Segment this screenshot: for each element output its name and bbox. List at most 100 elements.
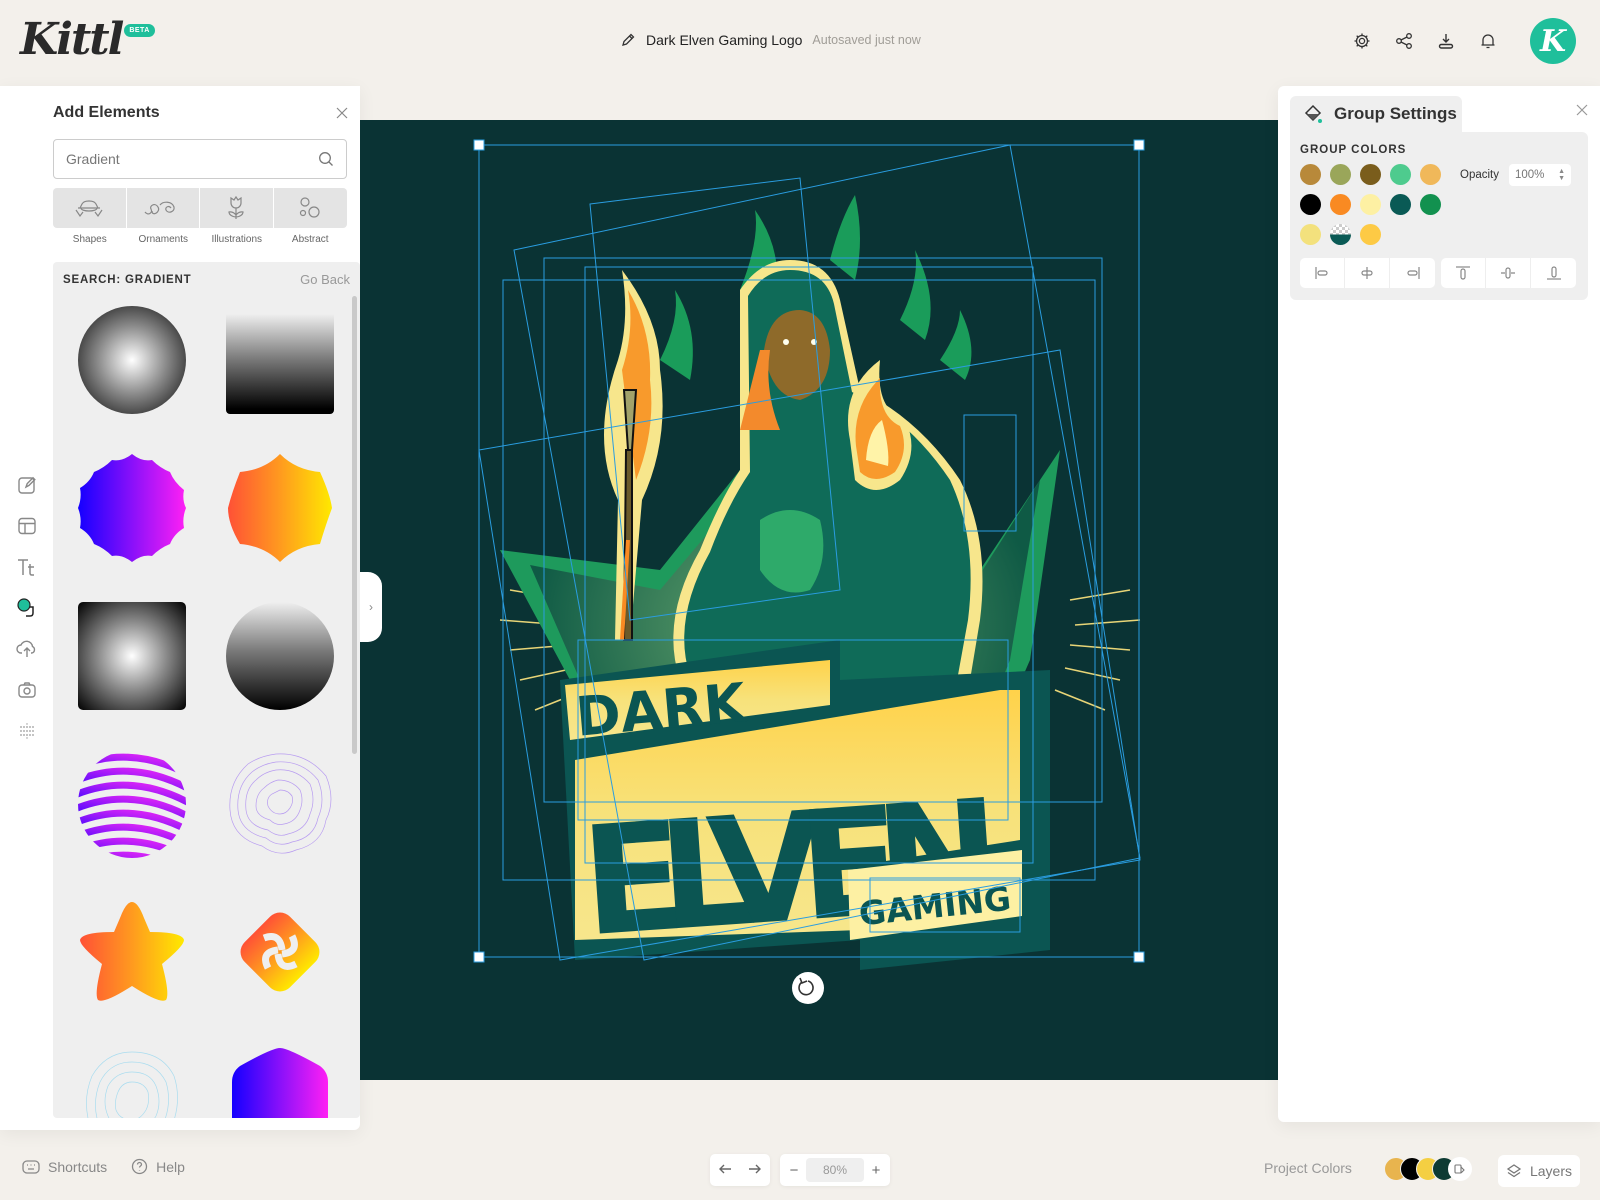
- align-left-button[interactable]: [1300, 258, 1345, 288]
- search-results-label: SEARCH: GRADIENT: [63, 273, 192, 286]
- zoom-controls: − 80% +: [780, 1154, 890, 1186]
- document-title[interactable]: Dark Elven Gaming Logo: [646, 32, 802, 48]
- settings-icon[interactable]: [1352, 31, 1372, 51]
- layers-icon: [1506, 1164, 1522, 1178]
- rotate-handle[interactable]: [792, 972, 824, 1004]
- kittl-logo[interactable]: Kittl BETA: [20, 14, 155, 66]
- color-swatch[interactable]: [1360, 224, 1381, 245]
- group-settings-tab[interactable]: Group Settings: [1290, 96, 1462, 132]
- search-input[interactable]: [66, 151, 318, 167]
- more-icon[interactable]: [15, 720, 39, 742]
- elements-icon[interactable]: [15, 597, 39, 619]
- close-icon: [1576, 104, 1588, 116]
- search-field[interactable]: [53, 139, 347, 179]
- upload-icon[interactable]: [15, 638, 39, 660]
- photos-icon[interactable]: [15, 679, 39, 701]
- zoom-level[interactable]: 80%: [806, 1158, 864, 1182]
- color-swatch[interactable]: [1420, 164, 1441, 185]
- color-swatch[interactable]: [1330, 164, 1351, 185]
- illustrations-icon: [228, 195, 244, 219]
- add-elements-panel: Add Elements Shapes Ornaments: [0, 86, 360, 1130]
- color-swatch[interactable]: [1330, 224, 1351, 245]
- result-wave-line-blob[interactable]: [226, 750, 334, 858]
- search-icon[interactable]: [318, 151, 334, 167]
- redo-icon: [749, 1164, 761, 1174]
- design-canvas[interactable]: DARK ELVEN GAMING: [360, 120, 1278, 1080]
- result-cyan-line-blob[interactable]: [78, 1046, 186, 1118]
- align-top-icon: [1456, 266, 1470, 280]
- align-right-button[interactable]: [1390, 258, 1435, 288]
- color-swatch[interactable]: [1420, 194, 1441, 215]
- category-shapes[interactable]: Shapes: [53, 188, 127, 245]
- undo-button[interactable]: [718, 1162, 732, 1178]
- category-ornaments[interactable]: Ornaments: [126, 188, 200, 245]
- result-orange-yellow-badge[interactable]: [226, 454, 334, 562]
- pencil-icon: [622, 33, 635, 46]
- panel-title: Add Elements: [53, 104, 160, 121]
- result-radial-gradient-square[interactable]: [78, 602, 186, 710]
- color-swatch[interactable]: [1360, 164, 1381, 185]
- align-top-button[interactable]: [1441, 258, 1486, 288]
- results-scrollbar[interactable]: [352, 296, 357, 754]
- chevron-right-icon: ›: [369, 600, 373, 614]
- result-pinwheel-diamond[interactable]: [226, 898, 334, 1006]
- shortcuts-button[interactable]: Shortcuts: [22, 1159, 107, 1175]
- help-button[interactable]: Help: [131, 1158, 185, 1175]
- edit-icon[interactable]: [15, 474, 39, 496]
- result-purple-hexagon[interactable]: [226, 1046, 334, 1118]
- color-swatch[interactable]: [1390, 194, 1411, 215]
- align-center-horizontal-button[interactable]: [1345, 258, 1390, 288]
- result-linear-gradient-square[interactable]: [226, 306, 334, 414]
- collapse-panel-toggle[interactable]: ›: [360, 572, 382, 642]
- go-back-link[interactable]: Go Back: [300, 272, 350, 287]
- alignment-controls: [1300, 258, 1576, 288]
- help-icon: [131, 1158, 148, 1175]
- stepper-icon[interactable]: ▲ ▼: [1558, 168, 1565, 182]
- header-actions: K: [1352, 18, 1576, 64]
- user-avatar[interactable]: K: [1530, 18, 1576, 64]
- result-striped-sphere[interactable]: [78, 750, 186, 858]
- result-radial-gradient-circle[interactable]: [78, 306, 186, 414]
- opacity-input[interactable]: 100% ▲ ▼: [1509, 164, 1571, 186]
- align-center-vertical-icon: [1501, 267, 1515, 279]
- keyboard-icon: [22, 1159, 40, 1174]
- close-group-settings-button[interactable]: [1576, 100, 1588, 121]
- download-icon[interactable]: [1436, 31, 1456, 51]
- document-title-area[interactable]: Dark Elven Gaming Logo Autosaved just no…: [620, 32, 921, 48]
- share-icon[interactable]: [1394, 31, 1414, 51]
- zoom-out-button[interactable]: −: [786, 1162, 802, 1179]
- text-icon[interactable]: [15, 556, 39, 578]
- category-abstract[interactable]: Abstract: [273, 188, 347, 245]
- logo-text-block: DARK ELVEN GAMING: [560, 640, 1050, 970]
- category-illustrations[interactable]: Illustrations: [200, 188, 274, 245]
- color-swatch[interactable]: [1300, 164, 1321, 185]
- close-panel-button[interactable]: [331, 102, 353, 124]
- result-gradient-star[interactable]: [78, 898, 186, 1006]
- layers-label: Layers: [1529, 1163, 1573, 1179]
- templates-icon[interactable]: [15, 515, 39, 537]
- bell-icon[interactable]: [1478, 31, 1498, 51]
- left-rail: [15, 474, 39, 742]
- align-bottom-button[interactable]: [1531, 258, 1576, 288]
- result-linear-gradient-circle[interactable]: [226, 602, 334, 710]
- zoom-in-button[interactable]: +: [868, 1162, 884, 1179]
- color-swatch[interactable]: [1330, 194, 1351, 215]
- project-colors-swatches[interactable]: [1384, 1157, 1472, 1181]
- result-blue-purple-badge[interactable]: [78, 454, 186, 562]
- undo-icon: [719, 1164, 731, 1174]
- category-label: Illustrations: [211, 234, 263, 245]
- abstract-icon: [300, 197, 320, 218]
- color-swatch[interactable]: [1360, 194, 1381, 215]
- color-swatch[interactable]: [1300, 224, 1321, 245]
- align-center-vertical-button[interactable]: [1486, 258, 1531, 288]
- artwork[interactable]: DARK ELVEN GAMING: [360, 120, 1278, 1080]
- align-bottom-icon: [1546, 266, 1561, 280]
- color-swatch[interactable]: [1300, 194, 1321, 215]
- redo-button[interactable]: [748, 1162, 762, 1178]
- top-bar: Kittl BETA Dark Elven Gaming Logo Autosa…: [0, 0, 1600, 86]
- align-right-icon: [1406, 267, 1420, 279]
- edit-colors-icon[interactable]: [1448, 1157, 1472, 1181]
- logo-text: Kittl: [20, 14, 124, 65]
- color-swatch[interactable]: [1390, 164, 1411, 185]
- layers-button[interactable]: Layers: [1498, 1155, 1580, 1187]
